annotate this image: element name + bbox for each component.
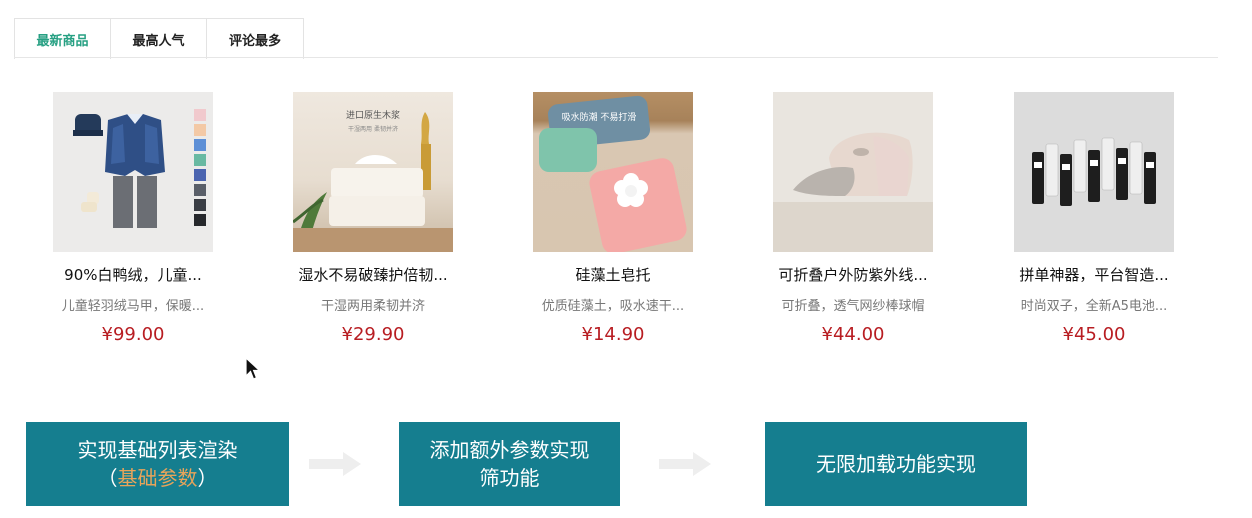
mouse-cursor-icon <box>245 356 262 385</box>
paren-open: （ <box>97 466 118 490</box>
flow-step-basic-list: 实现基础列表渲染 （基础参数） <box>26 422 289 506</box>
tab-bar: 最新商品 最高人气 评论最多 <box>14 18 304 59</box>
product-image-diatomite-soap-dish: 吸水防潮 不易打滑 <box>533 92 693 252</box>
product-name: 拼单神器，平台智造... <box>1019 266 1169 284</box>
product-card[interactable]: 进口原生木浆 干湿两用 柔韧并济 湿水不易破臻护倍韧... 干湿两用柔韧并济 ¥… <box>293 92 468 345</box>
flow-step-line1: 无限加载功能实现 <box>816 452 976 476</box>
image-text-title: 吸水防潮 不易打滑 <box>562 111 637 123</box>
product-name: 硅藻土皂托 <box>575 266 651 284</box>
image-text-sub: 干湿两用 柔韧并济 <box>348 125 398 133</box>
product-card[interactable]: 可折叠户外防紫外线... 可折叠，透气网纱棒球帽 ¥44.00 <box>773 92 948 345</box>
image-text-title: 进口原生木浆 <box>346 109 400 121</box>
product-desc: 时尚双子，全新A5电池... <box>1020 299 1168 314</box>
flow-step-line1: 添加额外参数实现 <box>429 438 590 462</box>
arrow-right-icon <box>309 452 361 476</box>
flow-step-line1: 实现基础列表渲染 <box>77 438 238 462</box>
product-name: 可折叠户外防紫外线... <box>778 266 928 284</box>
tab-divider <box>14 57 1218 58</box>
product-card[interactable]: 拼单神器，平台智造... 时尚双子，全新A5电池... ¥45.00 <box>1014 92 1189 345</box>
product-card[interactable]: 吸水防潮 不易打滑 硅藻土皂托 优质硅藻土，吸水速干... ¥14.90 <box>533 92 708 345</box>
product-name: 90%白鸭绒，儿童... <box>64 266 202 284</box>
flow-step-line2: （基础参数） <box>98 464 218 492</box>
tab-newest[interactable]: 最新商品 <box>15 19 111 59</box>
product-desc: 可折叠，透气网纱棒球帽 <box>781 299 925 314</box>
product-price: ¥44.00 <box>821 324 885 345</box>
paren-close: ） <box>197 466 218 490</box>
product-price: ¥45.00 <box>1062 324 1126 345</box>
product-image-kids-down-vest <box>53 92 213 252</box>
product-desc: 优质硅藻土，吸水速干... <box>541 299 685 314</box>
flow-step-infinite-load: 无限加载功能实现 <box>765 422 1027 506</box>
tab-most-comments[interactable]: 评论最多 <box>207 19 303 59</box>
product-image-batteries <box>1014 92 1174 252</box>
product-image-foldable-cap <box>773 92 933 252</box>
flow-step-highlight: 基础参数 <box>117 466 198 490</box>
product-name: 湿水不易破臻护倍韧... <box>298 266 448 284</box>
product-desc: 儿童轻羽绒马甲，保暖... <box>61 299 205 314</box>
tab-most-popular[interactable]: 最高人气 <box>111 19 207 59</box>
product-desc: 干湿两用柔韧并济 <box>320 299 425 314</box>
product-card[interactable]: 90%白鸭绒，儿童... 儿童轻羽绒马甲，保暖... ¥99.00 <box>53 92 228 345</box>
product-price: ¥29.90 <box>341 324 405 345</box>
flow-step-filter-params: 添加额外参数实现 筛功能 <box>399 422 620 506</box>
product-price: ¥14.90 <box>581 324 645 345</box>
flow-step-line2: 筛功能 <box>479 466 540 490</box>
product-image-tissue-pack: 进口原生木浆 干湿两用 柔韧并济 <box>293 92 453 252</box>
arrow-right-icon <box>659 452 711 476</box>
product-price: ¥99.00 <box>101 324 165 345</box>
